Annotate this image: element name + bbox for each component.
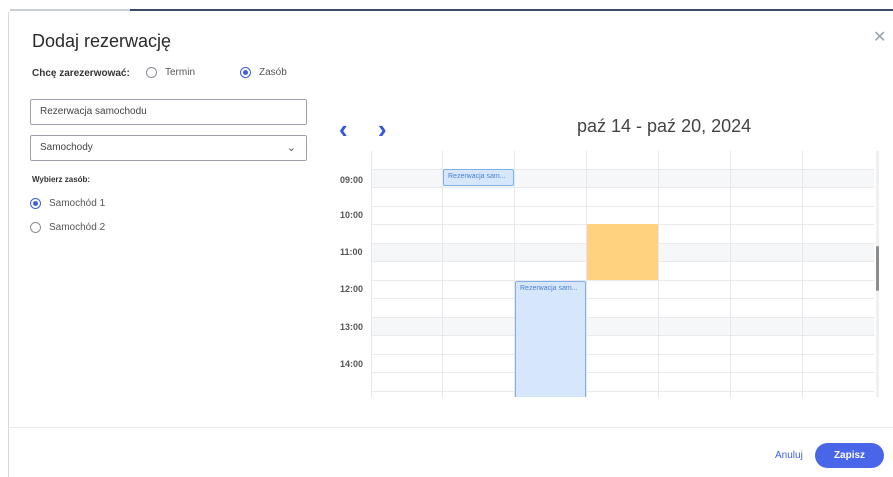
hour-label: 10:00 bbox=[340, 210, 364, 220]
hour-label: 11:00 bbox=[340, 247, 363, 257]
radio-zasob-label: Zasób bbox=[259, 67, 287, 78]
grid-line bbox=[371, 298, 874, 299]
day-column-line bbox=[371, 151, 372, 397]
week-calendar-grid[interactable]: 09:00 10:00 11:00 12:00 13:00 14:00 Reze… bbox=[327, 151, 874, 397]
hour-label: 13:00 bbox=[340, 322, 364, 332]
radio-samochod-1-circle[interactable] bbox=[30, 198, 41, 209]
category-select[interactable]: Samochody ⌄ bbox=[30, 135, 307, 161]
radio-zasob-circle[interactable] bbox=[240, 67, 251, 78]
radio-termin[interactable]: Termin bbox=[146, 67, 195, 78]
grid-stripe bbox=[371, 317, 874, 335]
radio-termin-circle[interactable] bbox=[146, 67, 157, 78]
next-week-icon[interactable]: › bbox=[378, 116, 387, 142]
day-column-line bbox=[658, 151, 659, 397]
grid-line bbox=[371, 335, 874, 336]
hour-label: 09:00 bbox=[340, 175, 364, 185]
radio-termin-label: Termin bbox=[165, 67, 196, 78]
close-icon[interactable]: ✕ bbox=[873, 30, 886, 46]
hour-label: 12:00 bbox=[340, 284, 364, 294]
radio-samochod-2-circle[interactable] bbox=[30, 222, 41, 233]
cancel-button[interactable]: Anuluj bbox=[775, 450, 803, 461]
day-column-line bbox=[730, 151, 731, 397]
hour-label: 14:00 bbox=[340, 359, 364, 369]
grid-line bbox=[371, 317, 874, 318]
grid-line bbox=[371, 391, 874, 392]
reservation-event[interactable]: Rezerwacja sam... bbox=[443, 169, 514, 186]
day-column-line bbox=[442, 151, 443, 397]
radio-samochod-1-label: Samochód 1 bbox=[49, 198, 106, 209]
dialog-left-edge bbox=[8, 12, 9, 477]
radio-samochod-2-label: Samochód 2 bbox=[49, 222, 106, 233]
radio-samochod-2[interactable]: Samochód 2 bbox=[30, 222, 105, 233]
blocked-slot bbox=[587, 224, 658, 280]
radio-samochod-1[interactable]: Samochód 1 bbox=[30, 198, 105, 209]
grid-line bbox=[371, 354, 874, 355]
top-border-light bbox=[10, 9, 130, 11]
reservation-name-input[interactable]: Rezerwacja samochodu bbox=[30, 99, 307, 125]
category-select-value: Samochody bbox=[40, 142, 93, 153]
window-top-border bbox=[0, 0, 893, 11]
top-border-dark bbox=[130, 9, 893, 11]
footer-divider bbox=[8, 427, 893, 428]
grid-line bbox=[371, 187, 874, 188]
day-column-line bbox=[802, 151, 803, 397]
date-range-title: paź 14 - paź 20, 2024 bbox=[577, 116, 752, 136]
grid-line bbox=[371, 280, 874, 281]
grid-line bbox=[371, 206, 874, 207]
calendar-scrollbar-thumb[interactable] bbox=[876, 246, 879, 291]
resource-label: Wybierz zasób: bbox=[32, 175, 91, 184]
booking-type-label: Chcę zarezerwować: bbox=[32, 68, 130, 79]
radio-zasob[interactable]: Zasób bbox=[240, 67, 287, 78]
chevron-down-icon: ⌄ bbox=[286, 142, 296, 154]
prev-week-icon[interactable]: ‹ bbox=[339, 116, 348, 142]
save-button[interactable]: Zapisz bbox=[815, 443, 884, 468]
grid-line bbox=[371, 372, 874, 373]
reservation-event[interactable]: Rezerwacja sam... bbox=[515, 281, 586, 397]
dialog-title: Dodaj rezerwację bbox=[32, 31, 172, 51]
